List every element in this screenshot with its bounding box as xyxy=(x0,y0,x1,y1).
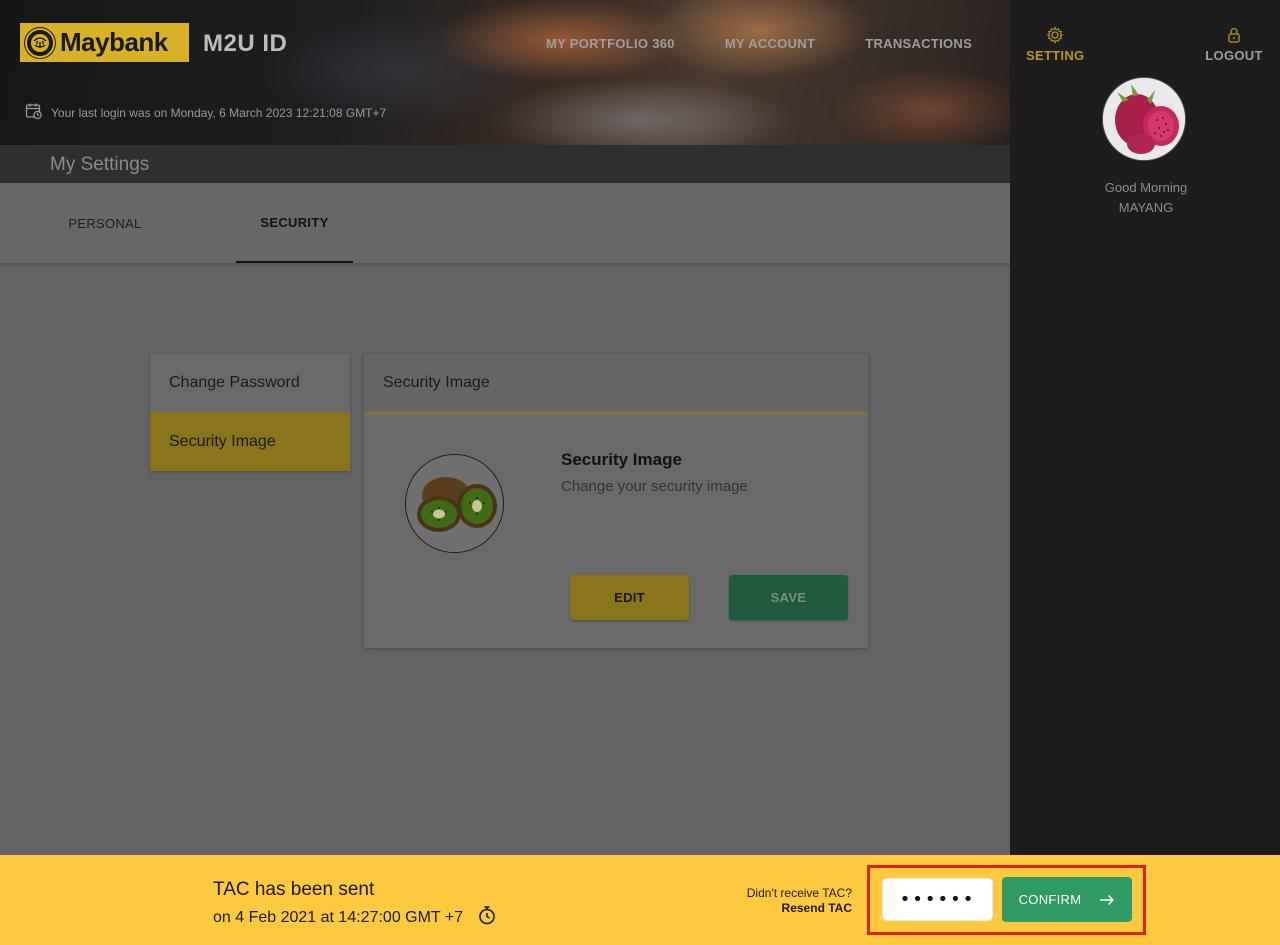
calendar-clock-icon xyxy=(25,102,43,123)
tac-bar: TAC has been sent on 4 Feb 2021 at 14:27… xyxy=(0,855,1280,945)
tac-time-row: on 4 Feb 2021 at 14:27:00 GMT +7 xyxy=(213,905,497,930)
security-image-preview xyxy=(405,454,504,553)
last-login-info: Your last login was on Monday, 6 March 2… xyxy=(25,102,386,123)
logo-text: Maybank xyxy=(60,27,168,57)
settings-tabs: PERSONAL SECURITY xyxy=(0,183,1010,263)
dragon-fruit-image xyxy=(1103,78,1185,160)
resend-tac-box: Didn't receive TAC? Resend TAC xyxy=(747,886,852,916)
edit-button[interactable]: EDIT xyxy=(570,575,689,620)
lock-icon xyxy=(1228,27,1240,43)
nav-my-portfolio-360[interactable]: MY PORTFOLIO 360 xyxy=(546,36,675,51)
menu-item-change-password[interactable]: Change Password xyxy=(150,354,350,412)
security-image-card: Security Image Security Image Change you… xyxy=(364,354,868,648)
setting-button[interactable]: SETTING xyxy=(1026,26,1084,63)
setting-label: SETTING xyxy=(1026,48,1085,63)
last-login-text: Your last login was on Monday, 6 March 2… xyxy=(51,105,387,120)
tac-not-received-text: Didn't receive TAC? xyxy=(746,886,852,900)
top-nav: MY PORTFOLIO 360 MY ACCOUNT TRANSACTIONS xyxy=(546,36,972,51)
avatar[interactable] xyxy=(1102,77,1186,161)
tac-title: TAC has been sent xyxy=(213,879,375,900)
right-panel: SETTING LOGOUT Good Morning MAYANG xyxy=(1010,0,1280,855)
confirm-label: CONFIRM xyxy=(1018,892,1082,907)
security-image-title: Security Image xyxy=(561,450,682,469)
nav-my-account[interactable]: MY ACCOUNT xyxy=(725,36,815,51)
tab-personal[interactable]: PERSONAL xyxy=(40,183,170,263)
logout-button[interactable]: LOGOUT xyxy=(1202,26,1266,63)
security-image-subtitle: Change your security image xyxy=(561,478,748,495)
settings-title-bar: My Settings xyxy=(0,145,1010,183)
username: MAYANG xyxy=(1118,200,1174,215)
maybank-logo[interactable]: Maybank xyxy=(19,22,190,63)
resend-tac-link[interactable]: Resend TAC xyxy=(747,901,852,916)
save-button[interactable]: SAVE xyxy=(729,575,848,620)
tab-security[interactable]: SECURITY xyxy=(236,183,353,263)
greeting: Good Morning MAYANG xyxy=(1010,178,1280,218)
main-content: PERSONAL SECURITY Change Password Securi… xyxy=(0,183,1010,855)
menu-item-security-image[interactable]: Security Image xyxy=(150,412,350,471)
logout-label: LOGOUT xyxy=(1205,48,1263,63)
confirm-button[interactable]: CONFIRM xyxy=(1002,877,1132,922)
tac-time: on 4 Feb 2021 at 14:27:00 GMT +7 xyxy=(213,908,464,926)
nav-transactions[interactable]: TRANSACTIONS xyxy=(865,36,972,51)
page-title: My Settings xyxy=(50,154,150,175)
arrow-right-icon xyxy=(1100,894,1115,905)
security-menu: Change Password Security Image xyxy=(150,354,350,471)
kiwi-image xyxy=(406,455,503,552)
header-banner: Maybank M2U ID MY PORTFOLIO 360 MY ACCOU… xyxy=(0,0,1010,145)
tac-input[interactable] xyxy=(882,878,993,921)
tiger-head-icon xyxy=(25,27,55,58)
gear-icon xyxy=(1046,26,1064,44)
stopwatch-icon xyxy=(477,905,497,930)
app-title: M2U ID xyxy=(203,30,288,57)
greeting-text: Good Morning xyxy=(1104,180,1188,195)
card-header: Security Image xyxy=(364,354,868,414)
